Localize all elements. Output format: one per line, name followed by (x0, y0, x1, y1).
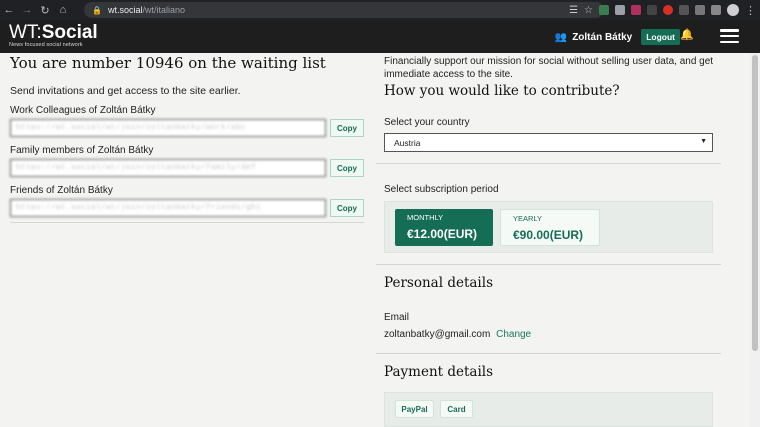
extension-icon[interactable] (679, 5, 689, 15)
url-host: wt.social (107, 5, 143, 15)
email-label: Email (384, 312, 410, 323)
extension-icon[interactable] (615, 5, 625, 15)
page-scrollbar[interactable] (750, 53, 760, 427)
extension-icon[interactable] (647, 5, 657, 15)
scrollbar-thumb[interactable] (752, 55, 758, 351)
contribute-panel: Financially support our mission for soci… (376, 53, 721, 427)
url-path: /wt/italiano (142, 5, 186, 15)
user-icon: 👥 (554, 31, 568, 43)
invite-label-friends: Friends of Zoltán Bátky (10, 185, 113, 196)
invite-link-friends[interactable]: https://wt.social/wt/join/zoltanbatky/fr… (10, 199, 326, 217)
user-area: 👥 Zoltán Bátky Logout (555, 29, 680, 45)
bookmark-star-icon[interactable]: ☆ (584, 5, 593, 16)
plan-monthly-button[interactable]: MONTHLY €12.00(EUR) (395, 209, 493, 246)
subscription-label: Select subscription period (384, 184, 499, 195)
invite-link-family[interactable]: https://wt.social/wt/join/zoltanbatky/fa… (10, 159, 326, 177)
subscription-options: MONTHLY €12.00(EUR) YEARLY €90.00(EUR) (384, 201, 713, 253)
extension-icon[interactable] (599, 5, 609, 15)
payment-options: PayPal Card (384, 392, 713, 427)
extension-icon[interactable] (695, 5, 705, 15)
forward-icon[interactable]: → (18, 0, 36, 20)
home-icon[interactable]: ⌂ (54, 0, 72, 20)
bell-icon[interactable]: 🔔 (680, 28, 694, 41)
invite-label-family: Family members of Zoltán Bátky (10, 145, 154, 156)
address-bar[interactable]: 🔒 wt.social/wt/italiano (84, 2, 604, 18)
card-button[interactable]: Card (440, 400, 473, 418)
divider (376, 163, 721, 164)
invite-link-work[interactable]: https://wt.social/wt/join/zoltanbatky/wo… (10, 119, 326, 137)
extension-icon[interactable] (631, 5, 641, 15)
reading-list-icon[interactable]: ☰ (569, 5, 578, 16)
divider (10, 222, 364, 223)
chevron-down-icon: ▼ (700, 138, 707, 145)
copy-button-friends[interactable]: Copy (330, 199, 364, 217)
support-text: Financially support our mission for soci… (384, 56, 714, 80)
waiting-list-title: You are number 10946 on the waiting list (10, 54, 326, 72)
email-change-link[interactable]: Change (496, 329, 531, 340)
country-selected: Austria (394, 137, 421, 148)
plan-name: YEARLY (513, 214, 543, 223)
plan-yearly-button[interactable]: YEARLY €90.00(EUR) (500, 209, 600, 246)
invite-label-work: Work Colleagues of Zoltán Bátky (10, 105, 156, 116)
divider (376, 353, 721, 354)
waiting-list-panel: You are number 10946 on the waiting list… (10, 53, 365, 217)
extension-icon[interactable] (711, 5, 721, 15)
country-select[interactable]: Austria ▼ (384, 133, 713, 152)
plan-name: MONTHLY (407, 213, 444, 222)
extension-icon[interactable] (663, 5, 673, 15)
tagline: News focused social network (9, 42, 83, 48)
page-content: You are number 10946 on the waiting list… (0, 53, 750, 427)
site-logo[interactable]: WT:Social News focused social network (9, 23, 98, 49)
divider (376, 264, 721, 265)
plan-price: €12.00(EUR) (407, 227, 478, 241)
back-icon[interactable]: ← (0, 0, 18, 20)
site-header: WT:Social News focused social network 👥 … (0, 20, 760, 53)
country-label: Select your country (384, 117, 470, 128)
menu-kebab-icon[interactable]: ⋮ (745, 4, 756, 17)
reload-icon[interactable]: ↻ (36, 0, 54, 20)
payment-details-title: Payment details (384, 364, 494, 380)
contribute-title: How you would like to contribute? (384, 83, 620, 99)
copy-button-work[interactable]: Copy (330, 119, 364, 137)
logout-button[interactable]: Logout (641, 29, 680, 45)
plan-price: €90.00(EUR) (513, 228, 584, 242)
profile-avatar[interactable] (727, 4, 739, 16)
hamburger-menu-icon[interactable] (720, 29, 739, 43)
email-row: zoltanbatky@gmail.com Change (384, 329, 531, 340)
invite-intro: Send invitations and get access to the s… (10, 85, 241, 97)
lock-icon: 🔒 (92, 5, 102, 15)
user-name[interactable]: Zoltán Bátky (572, 32, 632, 43)
browser-toolbar: ← → ↻ ⌂ 🔒 wt.social/wt/italiano ☰ ☆ ⋮ (0, 0, 760, 20)
paypal-button[interactable]: PayPal (395, 400, 434, 418)
copy-button-family[interactable]: Copy (330, 159, 364, 177)
email-value: zoltanbatky@gmail.com (384, 329, 491, 340)
personal-details-title: Personal details (384, 275, 493, 291)
